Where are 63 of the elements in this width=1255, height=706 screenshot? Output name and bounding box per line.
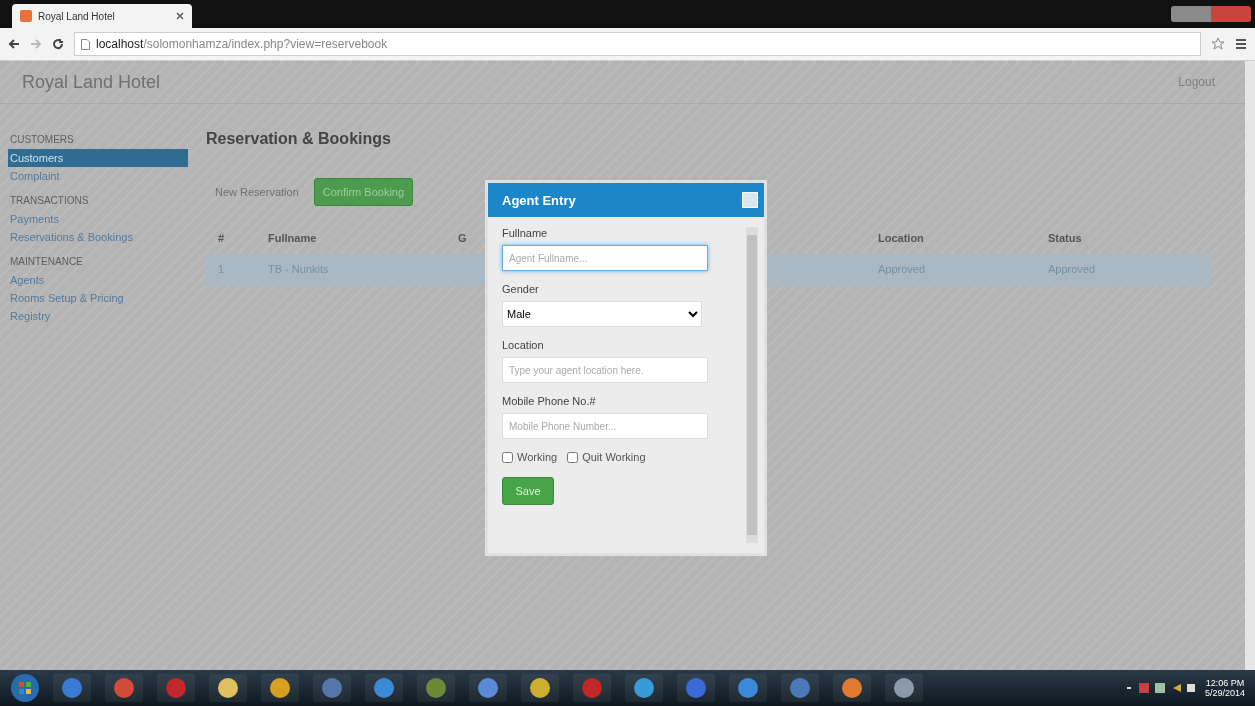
column-header: # — [217, 231, 226, 246]
taskbar-app-icon[interactable] — [468, 673, 508, 703]
url-host: localhost — [96, 37, 144, 51]
taskbar-app-icon[interactable] — [832, 673, 872, 703]
clock[interactable]: 12:06 PM 5/29/2014 — [1204, 678, 1245, 698]
sidebar-item[interactable]: Reservations & Bookings — [8, 228, 188, 246]
taskbar-app-icon[interactable] — [728, 673, 768, 703]
field-label: Mobile Phone No.# — [502, 395, 597, 407]
start-button[interactable] — [10, 673, 40, 703]
sidebar-item[interactable]: Customers — [8, 149, 188, 167]
sidebar-heading: TRANSACTIONS — [9, 194, 90, 208]
taskbar-app-icon[interactable] — [260, 673, 300, 703]
scrollbar[interactable] — [746, 227, 758, 543]
column-header: Location — [877, 231, 925, 246]
tray-icons[interactable] — [1126, 682, 1197, 694]
field-label: Fullname — [502, 227, 549, 239]
clock-time: 12:06 PM — [1205, 678, 1245, 688]
star-icon[interactable] — [1211, 37, 1225, 51]
new-button[interactable]: New Reservation — [206, 178, 308, 206]
input-field[interactable]: Agent Fullname... — [502, 245, 708, 271]
sidebar-item[interactable]: Rooms Setup & Pricing — [8, 289, 188, 307]
browser-tab[interactable]: Royal Land Hotel — [12, 4, 192, 28]
taskbar-app-icon[interactable] — [208, 673, 248, 703]
taskbar-app-icon[interactable] — [884, 673, 924, 703]
tab-title: Royal Land Hotel — [38, 10, 115, 22]
page-icon — [81, 38, 90, 50]
taskbar-app-icon[interactable] — [104, 673, 144, 703]
sidebar-item[interactable]: Complaint — [8, 167, 188, 185]
checkbox[interactable] — [502, 451, 513, 463]
field-label: Location — [502, 339, 545, 351]
sidebar-item[interactable]: Payments — [8, 210, 188, 228]
checkbox[interactable] — [567, 451, 579, 463]
back-arrow-icon[interactable] — [8, 38, 20, 50]
close-icon[interactable] — [176, 12, 184, 20]
taskbar-app-icon[interactable] — [416, 673, 456, 703]
sidebar-heading: CUSTOMERS — [9, 133, 75, 147]
sidebar-item[interactable]: Registry — [8, 307, 188, 325]
column-header: Status — [1047, 231, 1083, 246]
sidebar-item[interactable]: Agents — [8, 271, 188, 289]
checkbox-label: Quit Working — [582, 451, 646, 463]
confirm-button[interactable]: Confirm Booking — [313, 178, 414, 206]
column-header: G — [457, 231, 468, 246]
dialog-title: Agent Entry — [502, 192, 576, 208]
taskbar-app-icon[interactable] — [520, 673, 560, 703]
sidebar-heading: MAINTENANCE — [9, 255, 84, 269]
clock-date: 5/29/2014 — [1204, 688, 1245, 698]
taskbar-app-icon[interactable] — [364, 673, 404, 703]
field-label: Gender — [502, 283, 540, 295]
scrollbar[interactable] — [1245, 61, 1255, 670]
reload-icon[interactable] — [52, 38, 64, 50]
url-path: /solomonhamza/index.php?view=reservebook — [143, 37, 388, 51]
logout-link[interactable]: Logout — [1178, 75, 1215, 89]
gender-select[interactable]: Male — [502, 301, 702, 327]
save-button[interactable]: Save — [502, 477, 554, 505]
taskbar-app-icon[interactable] — [52, 673, 92, 703]
favicon-icon — [20, 10, 32, 22]
address-bar[interactable]: localhost/solomonhamza/index.php?view=reservebook — [74, 32, 1201, 56]
menu-icon[interactable] — [1235, 38, 1247, 50]
page-title: Reservation & Bookings — [206, 130, 392, 148]
column-header: Fullname — [267, 231, 318, 246]
brand-title[interactable]: Royal Land Hotel — [22, 71, 161, 93]
checkbox-label: Working — [517, 451, 558, 463]
taskbar-app-icon[interactable] — [624, 673, 664, 703]
